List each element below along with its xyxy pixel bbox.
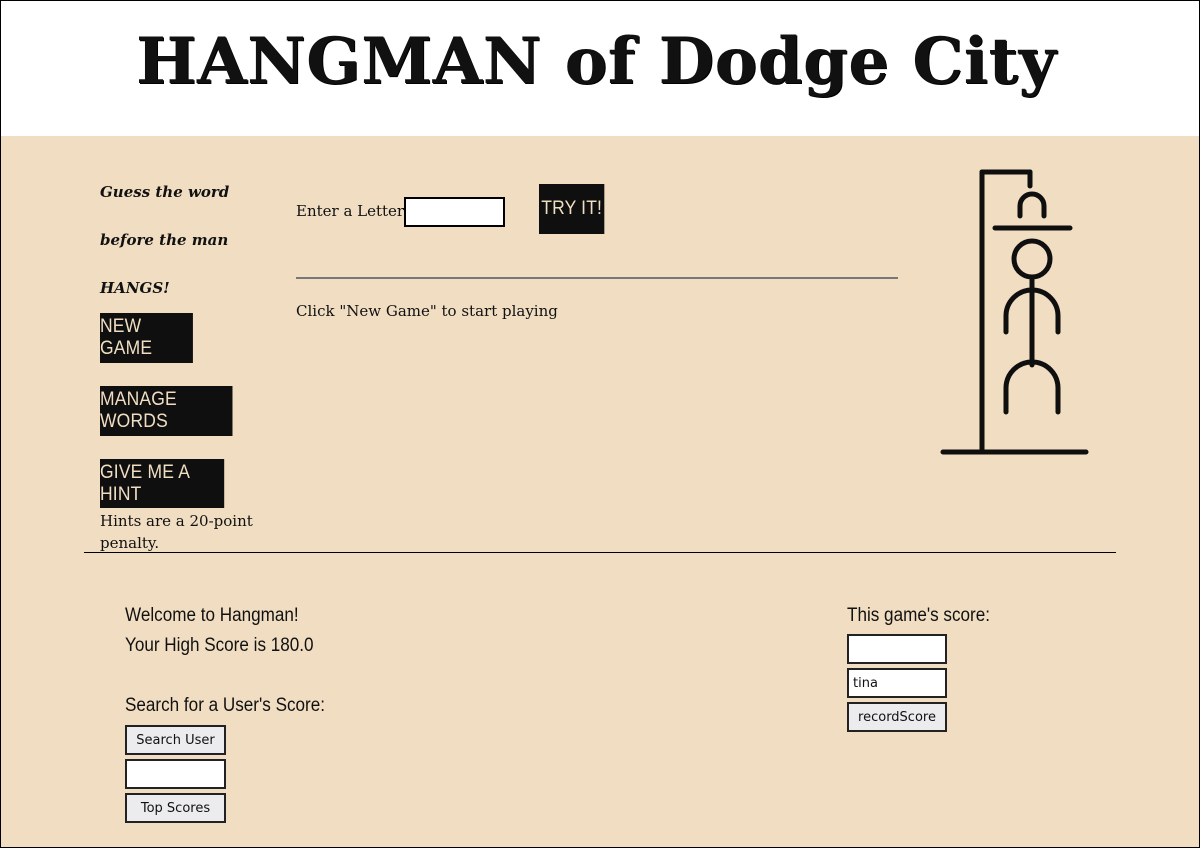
- game-score-heading: This game's score:: [847, 605, 990, 626]
- section-divider: [84, 552, 1116, 553]
- username-field[interactable]: tina: [847, 668, 947, 698]
- tagline-line-1: Guess the word: [100, 183, 230, 201]
- tagline-line-2: before the man: [100, 231, 229, 249]
- game-score-field[interactable]: [847, 634, 947, 664]
- tagline-line-3: HANGS!: [100, 279, 170, 297]
- manage-words-button[interactable]: MANAGE WORDS: [100, 386, 233, 436]
- letter-input[interactable]: [404, 197, 505, 227]
- search-user-input[interactable]: [125, 759, 226, 789]
- divider: [296, 277, 898, 279]
- status-message: Click "New Game" to start playing: [296, 302, 558, 320]
- hint-button[interactable]: GIVE ME A HINT: [100, 459, 225, 508]
- record-score-button[interactable]: recordScore: [847, 702, 947, 732]
- hint-penalty-note: Hints are a 20-point penalty.: [100, 512, 253, 552]
- page-title: HANGMAN of Dodge City: [136, 24, 1057, 99]
- new-game-button[interactable]: NEW GAME: [100, 313, 193, 363]
- try-it-button[interactable]: TRY IT!: [539, 184, 605, 234]
- hangman-gallows-icon: [938, 160, 1098, 464]
- high-score-text: Your High Score is 180.0: [125, 635, 314, 656]
- page-header: HANGMAN of Dodge City: [0, 0, 1200, 136]
- welcome-text: Welcome to Hangman!: [125, 605, 299, 626]
- search-heading: Search for a User's Score:: [125, 695, 325, 716]
- top-scores-button[interactable]: Top Scores: [125, 793, 226, 823]
- search-user-button[interactable]: Search User: [125, 725, 226, 755]
- enter-letter-label: Enter a Letter:: [296, 202, 410, 220]
